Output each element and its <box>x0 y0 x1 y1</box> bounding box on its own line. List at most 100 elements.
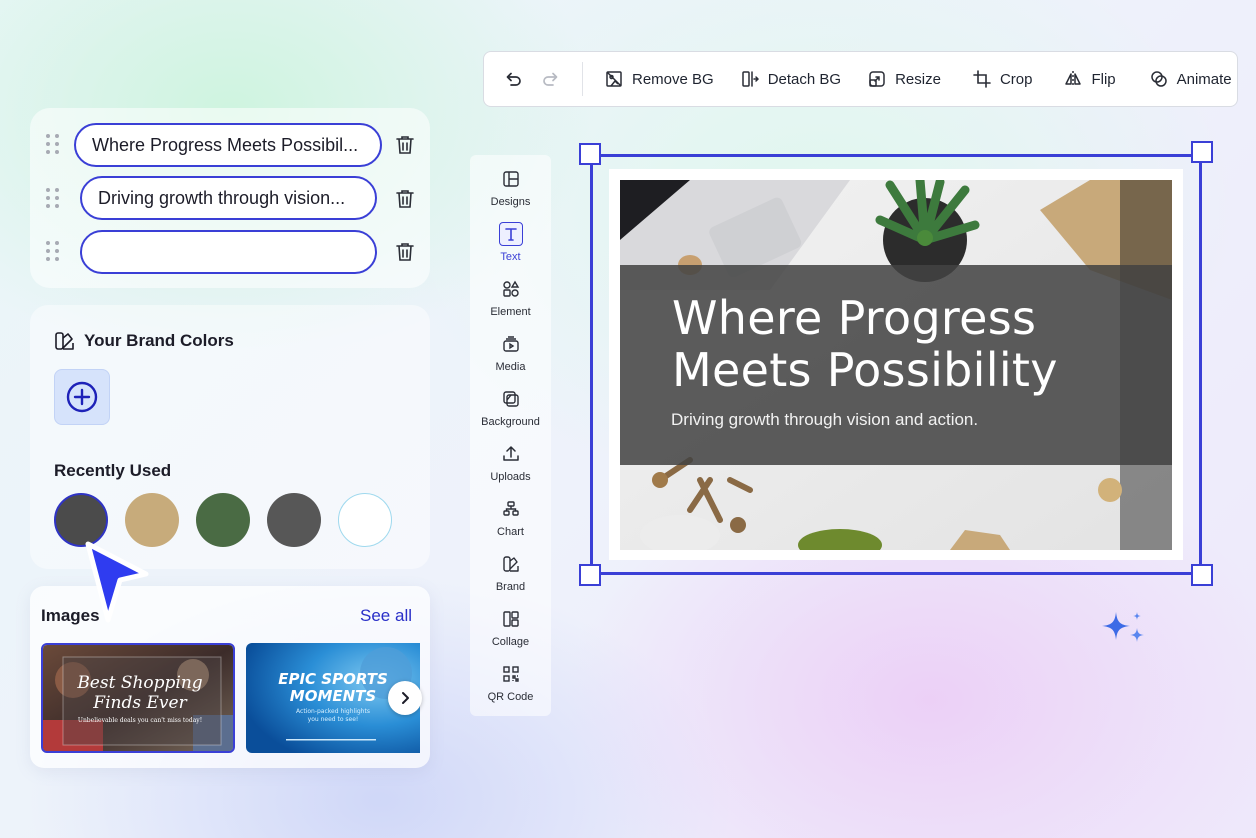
sports-title-2: MOMENTS <box>289 687 377 705</box>
sports-caption-1: Action-packed highlights <box>296 708 370 715</box>
layout-icon <box>499 167 523 191</box>
flip-label: Flip <box>1091 70 1116 88</box>
resize-handle-top-left[interactable] <box>579 143 601 165</box>
text-field-row <box>30 241 60 261</box>
nav-media[interactable]: Media <box>470 320 551 375</box>
drag-handle-icon[interactable] <box>46 188 60 208</box>
image-thumb-shopping[interactable]: Best Shopping Finds Ever Unbelievable de… <box>41 643 235 753</box>
text-field-2[interactable]: Driving growth through vision... <box>80 176 377 220</box>
shopping-title-2: Finds Ever <box>93 693 187 713</box>
resize-icon <box>866 68 888 90</box>
nav-media-label: Media <box>495 361 526 373</box>
nav-qr-code-label: QR Code <box>487 691 534 703</box>
nav-collage[interactable]: Collage <box>470 595 551 650</box>
resize-handle-top-right[interactable] <box>1191 141 1213 163</box>
delete-icon[interactable] <box>393 187 417 211</box>
chevron-right-icon <box>402 692 409 704</box>
text-field-row <box>30 188 60 208</box>
text-field-row <box>30 134 60 154</box>
next-images-button[interactable] <box>388 681 422 715</box>
nav-designs-label: Designs <box>490 196 531 208</box>
undo-icon <box>502 68 524 90</box>
cursor-arrow-icon <box>85 541 149 623</box>
chart-icon <box>499 497 523 521</box>
flip-icon <box>1062 68 1084 90</box>
brand-colors-heading: Your Brand Colors <box>84 331 234 350</box>
redo-button[interactable] <box>540 68 562 90</box>
crop-label: Crop <box>999 70 1033 88</box>
nav-chart[interactable]: Chart <box>470 485 551 540</box>
design-title-line-2: Meets Possibility <box>672 343 1058 397</box>
animate-label: Animate <box>1176 70 1232 88</box>
text-icon <box>498 222 523 246</box>
detach-bg-icon <box>739 68 761 90</box>
nav-chart-label: Chart <box>497 526 524 538</box>
delete-icon[interactable] <box>393 133 417 157</box>
see-all-link[interactable]: See all <box>360 606 412 626</box>
resize-handle-bottom-left[interactable] <box>579 564 601 586</box>
side-navigation: Designs Text Element Media Background Up… <box>470 155 551 716</box>
add-color-button[interactable] <box>54 369 110 425</box>
toolbar-divider <box>582 62 583 96</box>
color-swatch-dark-gray[interactable] <box>54 493 108 547</box>
nav-element-label: Element <box>490 306 531 318</box>
sports-caption-2: you need to see! <box>307 716 359 723</box>
resize-button[interactable]: Resize <box>866 68 941 90</box>
nav-collage-label: Collage <box>491 636 530 648</box>
animate-button[interactable]: Animate <box>1148 68 1232 90</box>
delete-icon[interactable] <box>393 240 417 264</box>
plus-circle-icon <box>66 381 98 413</box>
undo-button[interactable] <box>502 68 524 90</box>
remove-bg-icon <box>603 68 625 90</box>
sparkle-icon <box>1102 612 1144 642</box>
nav-background-label: Background <box>481 416 540 428</box>
nav-qr-code[interactable]: QR Code <box>470 650 551 705</box>
nav-text-label: Text <box>500 251 521 263</box>
shapes-icon <box>499 277 523 301</box>
recently-used-heading: Recently Used <box>54 461 172 480</box>
color-swatch-white[interactable] <box>338 493 392 547</box>
nav-brand[interactable]: Brand <box>470 540 551 595</box>
collage-icon <box>499 607 523 631</box>
drag-handle-icon[interactable] <box>46 241 60 261</box>
color-swatch-gray[interactable] <box>267 493 321 547</box>
design-title[interactable]: Where Progress Meets Possibility <box>672 292 1152 396</box>
remove-bg-button[interactable]: Remove BG <box>603 68 714 90</box>
resize-label: Resize <box>895 70 941 88</box>
crop-icon <box>971 68 993 90</box>
crop-button[interactable]: Crop <box>971 68 1033 90</box>
detach-bg-button[interactable]: Detach BG <box>739 68 841 90</box>
design-title-line-1: Where Progress <box>672 291 1037 345</box>
nav-uploads-label: Uploads <box>490 471 531 483</box>
text-field-1[interactable]: Where Progress Meets Possibil... <box>74 123 382 167</box>
brand-icon <box>499 552 523 576</box>
redo-icon <box>540 68 562 90</box>
brand-palette-icon <box>55 332 74 350</box>
shopping-title-1: Best Shopping <box>77 673 203 693</box>
qr-code-icon <box>499 662 523 686</box>
text-fields-panel: Where Progress Meets Possibil... Driving… <box>30 108 430 288</box>
drag-handle-icon[interactable] <box>46 134 60 154</box>
detach-bg-label: Detach BG <box>767 70 842 88</box>
text-field-3[interactable] <box>80 230 377 274</box>
upload-icon <box>499 442 523 466</box>
background-icon <box>499 387 523 411</box>
remove-bg-label: Remove BG <box>632 70 714 88</box>
nav-designs[interactable]: Designs <box>470 155 551 210</box>
sports-title-1: EPIC SPORTS <box>278 670 388 688</box>
brand-colors-header: Your Brand Colors <box>54 330 234 352</box>
design-subtitle[interactable]: Driving growth through vision and action… <box>671 410 978 430</box>
nav-uploads[interactable]: Uploads <box>470 430 551 485</box>
nav-background[interactable]: Background <box>470 375 551 430</box>
flip-button[interactable]: Flip <box>1062 68 1116 90</box>
shopping-caption: Unbelievable deals you can't miss today! <box>77 717 203 724</box>
nav-text[interactable]: Text <box>470 210 551 265</box>
resize-handle-bottom-right[interactable] <box>1191 564 1213 586</box>
color-swatch-green[interactable] <box>196 493 250 547</box>
design-artwork[interactable]: Where Progress Meets Possibility Driving… <box>620 180 1172 550</box>
color-swatch-tan[interactable] <box>125 493 179 547</box>
editor-toolbar: Remove BG Detach BG Resize Crop Flip Ani… <box>483 51 1238 107</box>
nav-element[interactable]: Element <box>470 265 551 320</box>
media-icon <box>499 332 523 356</box>
brand-colors-panel: Your Brand Colors Recently Used <box>30 305 430 569</box>
